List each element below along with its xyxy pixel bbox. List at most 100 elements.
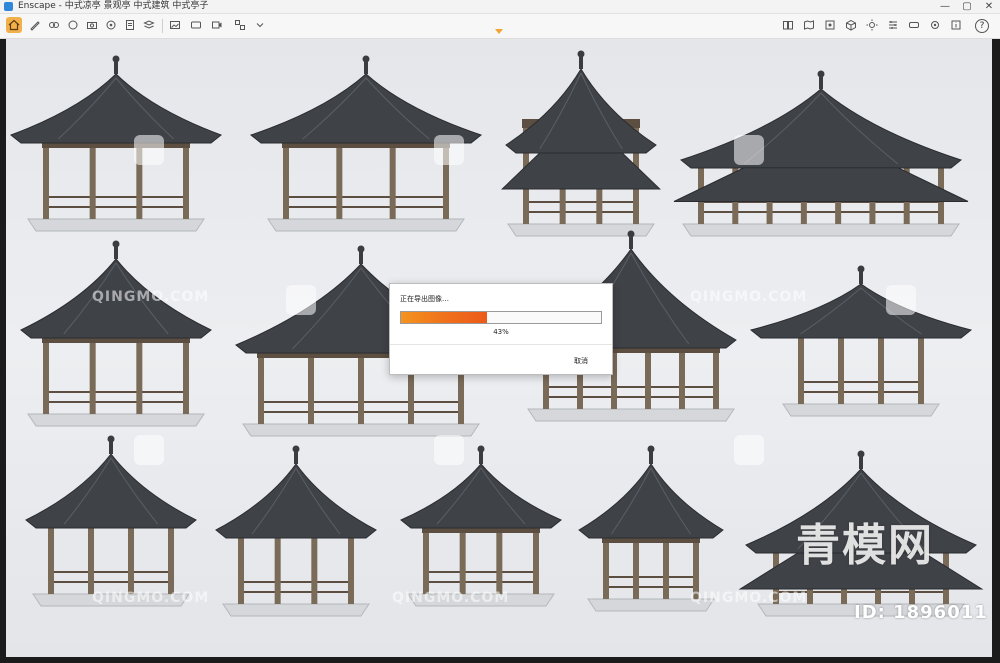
pavilion-finial-top [107,435,115,443]
maximize-button[interactable]: ▢ [956,0,978,13]
pavilion-column [389,139,396,219]
minimize-button[interactable]: — [934,0,956,13]
info-icon[interactable] [948,17,964,33]
pavilion-roof [679,88,963,169]
pavilion-base [222,603,370,617]
pavilion-column [128,519,134,594]
pavilion-column [274,529,281,604]
pavilion-column [311,529,318,604]
pavilion-finial-top [647,445,655,453]
dialog-title: 正在导出图像… [400,295,449,303]
pavilion-column [496,524,503,594]
pavilion-finial-top [362,55,370,63]
more-icon[interactable] [252,17,268,33]
pavilion-column [88,519,94,594]
pavilion-railing [50,571,172,583]
pavilion-column [459,524,466,594]
document-icon[interactable] [122,17,138,33]
pavilion-railing [425,571,537,583]
watermark-logo-icon [434,435,464,465]
view-icon[interactable] [103,17,119,33]
close-button[interactable]: ✕ [978,0,1000,13]
window-bottom-border [0,657,1000,663]
watermark-logo-icon [886,285,916,315]
toolbar-position-marker [495,29,503,34]
pavilion-column [238,529,244,604]
pavilion-column [258,349,264,424]
help-icon[interactable]: ? [975,19,989,33]
capture-icon[interactable] [822,17,838,33]
dialog-divider [390,344,612,345]
progress-bar [400,311,602,324]
watermark-logo-text: 青模网 [796,520,934,571]
pavilion-finial-top [292,445,300,453]
watermark-text: QINGMO.COM [392,590,510,606]
pavilion-column [603,534,609,599]
pavilion-base [27,218,205,232]
watermark-text: QINGMO.COM [92,289,210,305]
pavilion-column [348,529,354,604]
pavilion-base [682,223,960,237]
pavilion-column [48,519,54,594]
pavilion-finial-top [577,50,585,58]
pavilion-column [283,139,289,219]
pavilion-column [183,139,189,219]
cancel-button[interactable]: 取消 [574,356,588,366]
watermark-text: QINGMO.COM [92,590,210,606]
stack-icon[interactable] [141,17,157,33]
camera-icon[interactable] [84,17,100,33]
toolbar: ? [0,14,1000,39]
map-icon[interactable] [801,17,817,33]
vr-icon[interactable] [906,17,922,33]
toolbar-separator [162,19,163,33]
pen-icon[interactable] [27,17,43,33]
pavilion-roof [505,68,657,154]
pavilion-roof [578,463,724,539]
pavilion-column [183,334,189,414]
pavilion-roof [25,453,197,529]
pavilion-column [136,334,143,414]
pavilion-column [423,524,429,594]
progress-fill [401,312,487,323]
pavilion-roof [400,463,562,529]
pavilion-column [358,349,364,424]
pavilion-column [838,329,844,404]
pavilion-finial-top [477,445,485,453]
pavilion-railing [240,581,352,593]
pavilion-railing [605,576,697,588]
watermark-logo-icon [286,285,316,315]
pavilion-column [798,329,804,404]
pavilion-column [43,334,49,414]
link-icon[interactable] [46,17,62,33]
pavilion-finial-top [357,245,365,253]
home-icon[interactable] [6,17,22,33]
visual-settings-icon[interactable] [885,17,901,33]
pavilion-column [645,344,651,409]
pavilion-roof [9,73,223,144]
pavilion-roof [249,73,483,144]
sun-icon[interactable] [864,17,880,33]
cube-icon[interactable] [843,17,859,33]
pavilion-column [878,329,884,404]
sync-icon[interactable] [65,17,81,33]
video-export-icon[interactable] [209,17,225,33]
pavilion-finial-top [817,70,825,78]
book-icon[interactable] [780,17,796,33]
pavilion-column [336,139,343,219]
pavilion-column [633,534,639,599]
window-title: Enscape - 中式凉亭 景观亭 中式建筑 中式亭子 [18,1,209,11]
export-progress-dialog: 正在导出图像… 43% 取消 [389,283,613,375]
panorama-icon[interactable] [188,17,204,33]
pavilion-roof [215,463,377,539]
pavilion-railing [525,201,637,213]
settings-icon[interactable] [927,17,943,33]
watermark-id: ID: 1896011 [854,602,988,623]
title-bar: Enscape - 中式凉亭 景观亭 中式建筑 中式亭子 — ▢ ✕ [0,0,1000,14]
pavilion-base [527,408,735,422]
image-export-icon[interactable] [167,17,183,33]
batch-icon[interactable] [232,17,248,33]
enscape-logo-icon [4,2,13,11]
pavilion-lower-roof [673,167,969,202]
progress-percent: 43% [493,328,509,336]
pavilion-column [679,344,685,409]
